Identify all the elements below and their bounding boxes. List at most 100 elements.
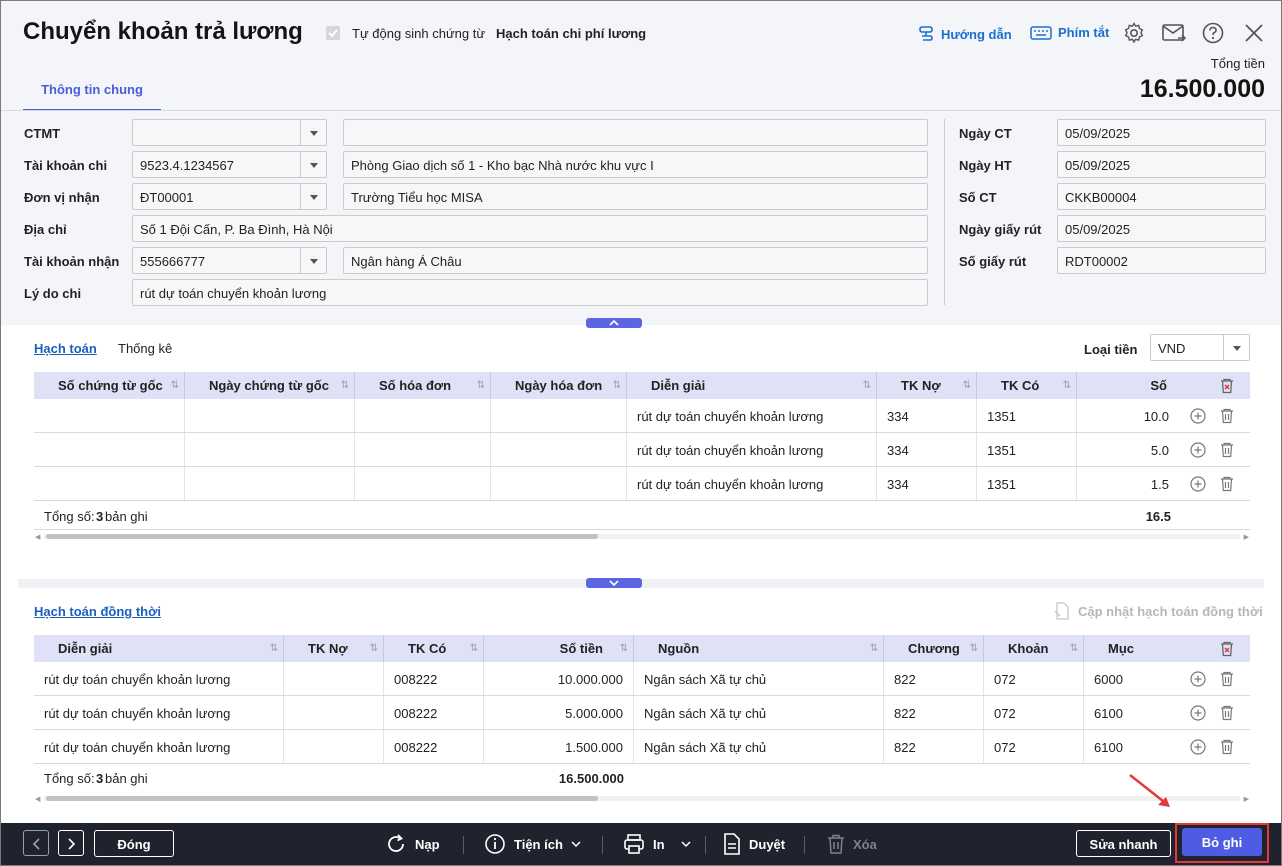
cell-muc[interactable]: 6000 [1084, 662, 1171, 695]
cell-tk-co[interactable]: 008222 [384, 662, 484, 695]
cell-tk-no[interactable]: 334 [877, 467, 977, 500]
collapse-info-button[interactable] [586, 318, 642, 328]
col-dien-giai[interactable]: Diễn giải ⇅ [627, 372, 877, 399]
cell-empty[interactable] [185, 399, 355, 432]
ctmt-name-field[interactable] [343, 119, 928, 146]
date-ht-field[interactable]: 05/09/2025 [1057, 151, 1266, 178]
cell-dien-giai[interactable]: rút dự toán chuyển khoản lương [34, 730, 284, 763]
cell-chuong[interactable]: 822 [884, 730, 984, 763]
add-row-icon[interactable] [1190, 408, 1206, 424]
col-tk-co[interactable]: TK Có ⇅ [384, 635, 484, 662]
close-button[interactable]: Đóng [94, 830, 174, 857]
scroll-thumb[interactable] [46, 796, 598, 801]
col-ngay-hoa-don[interactable]: Ngày hóa đơn ⇅ [491, 372, 627, 399]
add-row-icon[interactable] [1190, 442, 1206, 458]
cell-muc[interactable]: 6100 [1084, 730, 1171, 763]
col-khoan[interactable]: Khoản ⇅ [984, 635, 1084, 662]
reason-field[interactable]: rút dự toán chuyển khoản lương [132, 279, 928, 306]
address-field[interactable]: Số 1 Đội Cấn, P. Ba Đình, Hà Nội [132, 215, 928, 242]
update-simultaneous-button[interactable]: Cập nhật hạch toán đồng thời [1054, 602, 1263, 620]
cell-nguon[interactable]: Ngân sách Xã tự chủ [634, 730, 884, 763]
cell-tk-no[interactable]: 334 [877, 433, 977, 466]
so-withdraw-field[interactable]: RDT00002 [1057, 247, 1266, 274]
trash-icon[interactable] [1219, 705, 1235, 721]
cell-chuong[interactable]: 822 [884, 696, 984, 729]
cell-nguon[interactable]: Ngân sách Xã tự chủ [634, 662, 884, 695]
ctmt-dropdown-icon[interactable] [300, 120, 326, 145]
table-row[interactable]: rút dự toán chuyển khoản lương 008222 1.… [34, 730, 1250, 764]
mail-forward-icon[interactable] [1161, 21, 1187, 45]
add-row-icon[interactable] [1190, 705, 1206, 721]
cell-chuong[interactable]: 822 [884, 662, 984, 695]
ctmt-select[interactable] [132, 119, 327, 146]
cell-so-tien[interactable]: 5.000.000 [484, 696, 634, 729]
col-so-hoa-don[interactable]: Số hóa đơn ⇅ [355, 372, 491, 399]
cell-empty[interactable] [491, 433, 627, 466]
cell-empty[interactable] [185, 467, 355, 500]
reload-button[interactable]: Nạp [385, 832, 440, 856]
cell-empty[interactable] [355, 433, 491, 466]
utility-menu[interactable]: Tiện ích [484, 832, 581, 856]
cell-dien-giai[interactable]: rút dự toán chuyển khoản lương [627, 467, 877, 500]
delete-button[interactable]: Xóa [827, 832, 877, 856]
cell-tk-co[interactable]: 008222 [384, 730, 484, 763]
guide-link[interactable]: Hướng dẫn [917, 25, 1012, 43]
cell-empty[interactable] [491, 399, 627, 432]
cell-nguon[interactable]: Ngân sách Xã tự chủ [634, 696, 884, 729]
help-icon[interactable] [1201, 21, 1225, 45]
next-button[interactable] [58, 830, 84, 856]
cell-empty[interactable] [491, 467, 627, 500]
cell-khoan[interactable]: 072 [984, 662, 1084, 695]
gear-icon[interactable] [1122, 21, 1146, 45]
close-icon[interactable] [1242, 21, 1266, 45]
add-row-icon[interactable] [1190, 671, 1206, 687]
tab-hach-toan-dong-thoi[interactable]: Hạch toán đồng thời [34, 604, 161, 619]
cell-so-tien[interactable]: 10.0 [1077, 399, 1171, 432]
trash-icon[interactable] [1219, 442, 1235, 458]
cell-tk-no[interactable] [284, 696, 384, 729]
cell-dien-giai[interactable]: rút dự toán chuyển khoản lương [34, 662, 284, 695]
account-in-select[interactable]: 555666777 [132, 247, 327, 274]
cell-so-tien[interactable]: 1.5 [1077, 467, 1171, 500]
cell-tk-co[interactable]: 1351 [977, 433, 1077, 466]
add-row-icon[interactable] [1190, 476, 1206, 492]
trash-icon[interactable] [1219, 671, 1235, 687]
cell-so-tien[interactable]: 1.500.000 [484, 730, 634, 763]
cell-dien-giai[interactable]: rút dự toán chuyển khoản lương [34, 696, 284, 729]
prev-button[interactable] [23, 830, 49, 856]
col-muc[interactable]: Mục [1084, 635, 1171, 662]
so-ct-field[interactable]: CKKB00004 [1057, 183, 1266, 210]
cell-tk-no[interactable]: 334 [877, 399, 977, 432]
col-tk-no[interactable]: TK Nợ ⇅ [877, 372, 977, 399]
table-row[interactable]: rút dự toán chuyển khoản lương 334 1351 … [34, 433, 1250, 467]
account-in-name-field[interactable]: Ngân hàng Á Châu [343, 247, 928, 274]
table-row[interactable]: rút dự toán chuyển khoản lương 334 1351 … [34, 399, 1250, 433]
approve-button[interactable]: Duyệt [723, 832, 785, 856]
auto-gen-checkbox[interactable] [326, 26, 340, 40]
col-so-chung-tu-goc[interactable]: Số chứng từ gốc ⇅ [34, 372, 185, 399]
col-nguon[interactable]: Nguồn ⇅ [634, 635, 884, 662]
table-row[interactable]: rút dự toán chuyển khoản lương 008222 10… [34, 662, 1250, 696]
cell-tk-no[interactable] [284, 730, 384, 763]
account-out-dropdown-icon[interactable] [300, 152, 326, 177]
shortcut-link[interactable]: Phím tắt [1030, 25, 1109, 40]
account-in-dropdown-icon[interactable] [300, 248, 326, 273]
cell-muc[interactable]: 6100 [1084, 696, 1171, 729]
cell-tk-co[interactable]: 008222 [384, 696, 484, 729]
unpost-button[interactable]: Bỏ ghi [1182, 828, 1262, 856]
simultaneous-grid-scrollbar[interactable]: ◀ ▶ [34, 793, 1250, 803]
cell-empty[interactable] [355, 467, 491, 500]
col-chuong[interactable]: Chương ⇅ [884, 635, 984, 662]
col-tk-co[interactable]: TK Có ⇅ [977, 372, 1077, 399]
col-so-tien[interactable]: Số [1077, 372, 1171, 399]
cell-dien-giai[interactable]: rút dự toán chuyển khoản lương [627, 399, 877, 432]
cell-tk-co[interactable]: 1351 [977, 399, 1077, 432]
col-ngay-chung-tu-goc[interactable]: Ngày chứng từ gốc ⇅ [185, 372, 355, 399]
table-row[interactable]: rút dự toán chuyển khoản lương 334 1351 … [34, 467, 1250, 501]
account-out-name-field[interactable]: Phòng Giao dịch số 1 - Kho bạc Nhà nước … [343, 151, 928, 178]
trash-icon[interactable] [1219, 408, 1235, 424]
cell-empty[interactable] [34, 433, 185, 466]
date-withdraw-field[interactable]: 05/09/2025 [1057, 215, 1266, 242]
receiver-name-field[interactable]: Trường Tiểu học MISA [343, 183, 928, 210]
accounting-grid-scrollbar[interactable]: ◀ ▶ [34, 531, 1250, 541]
